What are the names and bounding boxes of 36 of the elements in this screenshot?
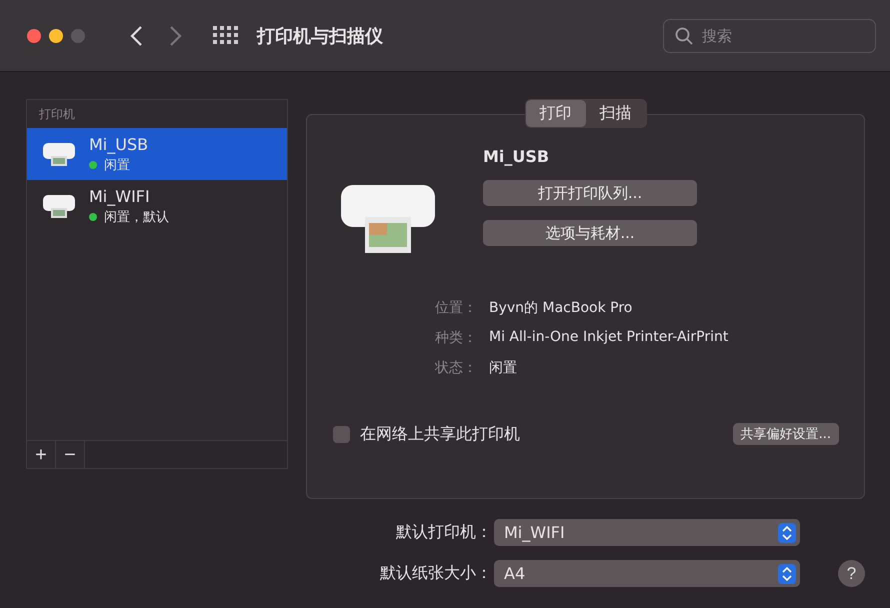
checkbox-label: 在网络上共享此打印机 xyxy=(360,424,520,444)
window-title: 打印机与扫描仪 xyxy=(257,24,383,48)
tab[interactable]: 打印 xyxy=(526,100,586,127)
list-heading: 打印机 xyxy=(38,106,76,123)
action-button[interactable]: 打开打印队列... xyxy=(483,180,697,206)
help-button[interactable]: ? xyxy=(838,560,865,587)
search-icon xyxy=(675,26,693,44)
printer-name: Mi_USB xyxy=(483,147,550,166)
printer-item[interactable]: Mi_WIFI 闲置，默认 xyxy=(27,180,287,232)
search-field[interactable]: 搜索 xyxy=(663,18,876,52)
info-value: Byvn的 MacBook Pro xyxy=(489,299,634,317)
tab[interactable]: 扫描 xyxy=(586,100,646,127)
grid-icon[interactable] xyxy=(213,26,239,46)
checkbox[interactable] xyxy=(333,426,350,442)
dropdown[interactable]: Mi_WIFI xyxy=(494,519,800,546)
forward-icon[interactable] xyxy=(167,24,183,46)
stepper-icon xyxy=(778,564,796,584)
close-button[interactable] xyxy=(27,28,41,42)
minimize-button[interactable] xyxy=(49,28,63,42)
info-label: 位置： xyxy=(434,299,477,317)
info-value: 闲置 xyxy=(489,359,518,377)
info-value: Mi All-in-One Inkjet Printer-AirPrint xyxy=(489,329,730,347)
field-label: 默认纸张大小： xyxy=(379,563,493,584)
dropdown[interactable]: A4 xyxy=(494,560,800,587)
field-label: 默认打印机： xyxy=(395,522,493,543)
printer-name: Mi_USB xyxy=(89,134,148,154)
back-icon[interactable] xyxy=(129,24,145,46)
printer-status: 闲置，默认 xyxy=(104,208,169,226)
printer-item[interactable]: Mi_USB 闲置 xyxy=(27,128,287,180)
sharing-preferences-button[interactable]: 共享偏好设置... xyxy=(732,423,839,445)
info-label: 状态： xyxy=(434,359,477,377)
info-label: 种类： xyxy=(434,329,477,347)
action-button[interactable]: 选项与耗材... xyxy=(483,220,697,246)
printer-name: Mi_WIFI xyxy=(89,186,151,206)
printer-status: 闲置 xyxy=(104,156,130,174)
stepper-icon xyxy=(778,522,796,542)
